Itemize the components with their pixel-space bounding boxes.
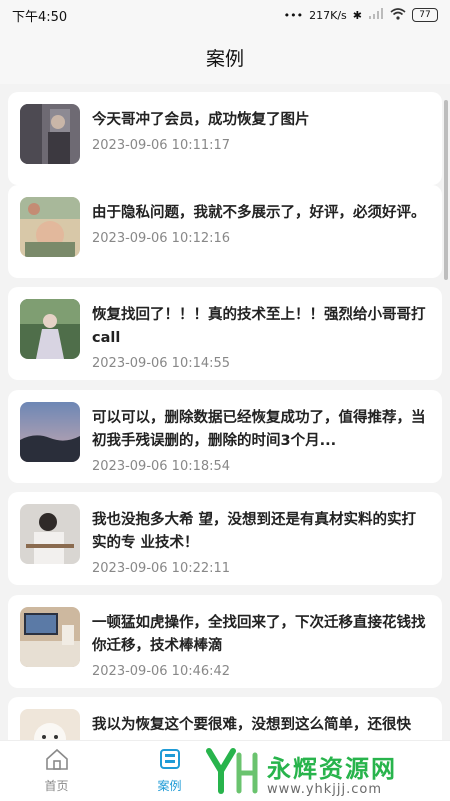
case-title: 由于隐私问题，我就不多展示了，好评，必须好评。 xyxy=(92,205,426,221)
case-time: 2023-09-06 10:12:16 xyxy=(92,231,231,246)
case-card[interactable]: 恢复找回了！！！真的技术至上！！强烈给小哥哥打call 2023-09-06 1… xyxy=(8,287,442,380)
status-bar: 下午4:50 ••• 217K/s ✱ 77 xyxy=(0,0,450,30)
case-card[interactable]: 一顿猛如虎操作，全找回来了，下次迁移直接花钱找你迁移，技术棒棒滴 2023-09… xyxy=(8,595,442,688)
case-time: 2023-09-06 10:46:42 xyxy=(92,664,231,679)
case-list[interactable]: 今天哥冲了会员，成功恢复了图片 2023-09-06 10:11:17 由于隐私… xyxy=(0,92,450,740)
case-time: 2023-09-06 10:22:11 xyxy=(92,561,231,576)
case-title: 一顿猛如虎操作，全找回来了，下次迁移直接花钱找你迁移，技术棒棒滴 xyxy=(92,615,426,654)
home-icon xyxy=(45,748,69,773)
wifi-icon xyxy=(390,7,406,23)
case-thumbnail xyxy=(20,104,80,164)
case-thumbnail xyxy=(20,197,80,257)
case-title: 恢复找回了！！！真的技术至上！！强烈给小哥哥打call xyxy=(92,307,426,346)
case-title: 可以可以，删除数据已经恢复成功了，值得推荐，当初我手残误删的，删除的时间3个月.… xyxy=(92,410,426,449)
case-thumbnail xyxy=(20,504,80,564)
case-card[interactable]: 可以可以，删除数据已经恢复成功了，值得推荐，当初我手残误删的，删除的时间3个月.… xyxy=(8,390,442,483)
case-thumbnail xyxy=(20,402,80,462)
signal-icon xyxy=(368,7,384,23)
case-title: 我也没抱多大希 望，没想到还是有真材实料的实打实的专 业技术！ xyxy=(92,512,417,551)
tab-cases[interactable]: 案例 xyxy=(113,741,226,801)
case-time: 2023-09-06 10:11:17 xyxy=(92,138,231,153)
case-thumbnail xyxy=(20,607,80,667)
cases-icon xyxy=(158,748,182,773)
case-card[interactable]: 我也没抱多大希 望，没想到还是有真材实料的实打实的专 业技术！ 2023-09-… xyxy=(8,492,442,585)
network-speed: 217K/s xyxy=(309,8,347,22)
tab-cases-label: 案例 xyxy=(157,779,182,793)
status-icons: ••• 217K/s ✱ 77 xyxy=(283,7,438,23)
bottom-tabbar: 首页 案例 xyxy=(0,740,450,801)
case-title: 我以为恢复这个要很难，没想到这么简单，还很快 xyxy=(92,717,411,733)
bluetooth-icon: ✱ xyxy=(352,8,362,22)
case-card[interactable]: 由于隐私问题，我就不多展示了，好评，必须好评。 2023-09-06 10:12… xyxy=(8,185,442,278)
case-time: 2023-09-06 10:18:54 xyxy=(92,459,231,474)
case-card[interactable]: 我以为恢复这个要很难，没想到这么简单，还很快 xyxy=(8,697,442,740)
status-time: 下午4:50 xyxy=(12,9,68,25)
case-time: 2023-09-06 10:14:55 xyxy=(92,356,231,371)
scrollbar[interactable] xyxy=(444,100,448,280)
more-dots-icon: ••• xyxy=(283,8,304,22)
case-thumbnail xyxy=(20,299,80,359)
tab-home[interactable]: 首页 xyxy=(0,741,113,801)
case-title: 今天哥冲了会员，成功恢复了图片 xyxy=(92,112,310,128)
top-navbar: 案例 xyxy=(0,30,450,84)
battery-indicator: 77 xyxy=(412,8,438,22)
case-thumbnail xyxy=(20,709,80,740)
tab-home-label: 首页 xyxy=(44,779,69,793)
page-title: 案例 xyxy=(205,47,244,70)
case-card[interactable]: 今天哥冲了会员，成功恢复了图片 2023-09-06 10:11:17 xyxy=(8,92,442,185)
